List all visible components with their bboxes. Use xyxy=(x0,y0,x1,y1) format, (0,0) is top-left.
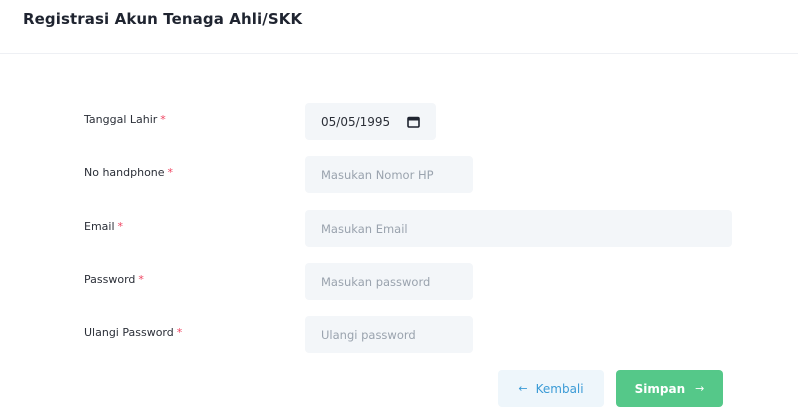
birth-date-value: 05/05/1995 xyxy=(321,114,391,129)
back-button[interactable]: ← Kembali xyxy=(498,370,604,407)
required-mark: * xyxy=(138,273,144,286)
required-mark: * xyxy=(167,166,174,179)
save-button-label: Simpan xyxy=(634,381,686,396)
required-mark: * xyxy=(176,326,183,339)
password-label: Password * xyxy=(84,273,144,287)
save-button[interactable]: Simpan → xyxy=(616,370,723,407)
header-divider xyxy=(0,53,798,54)
email-label-text: Email xyxy=(84,220,115,233)
email-input[interactable] xyxy=(321,221,732,236)
required-mark: * xyxy=(117,220,124,233)
phone-label-text: No handphone xyxy=(84,166,165,179)
arrow-right-icon: → xyxy=(695,382,705,395)
birth-date-label: Tanggal Lahir * xyxy=(84,113,166,127)
password-input[interactable] xyxy=(321,274,473,289)
password-field[interactable] xyxy=(305,263,473,300)
email-label: Email * xyxy=(84,220,123,234)
confirm-password-label: Ulangi Password * xyxy=(84,326,182,340)
phone-label: No handphone * xyxy=(84,166,173,180)
password-label-text: Password xyxy=(84,273,136,286)
phone-input[interactable] xyxy=(321,167,473,182)
required-mark: * xyxy=(160,113,166,126)
email-field[interactable] xyxy=(305,210,732,247)
birth-date-label-text: Tanggal Lahir xyxy=(84,113,158,126)
arrow-left-icon: ← xyxy=(518,382,528,395)
phone-field[interactable] xyxy=(305,156,473,193)
page-title: Registrasi Akun Tenaga Ahli/SKK xyxy=(23,10,303,28)
confirm-password-input[interactable] xyxy=(321,327,473,342)
calendar-icon[interactable] xyxy=(407,116,420,128)
confirm-password-label-text: Ulangi Password xyxy=(84,326,174,339)
birth-date-input[interactable]: 05/05/1995 xyxy=(305,103,436,140)
confirm-password-field[interactable] xyxy=(305,316,473,353)
back-button-label: Kembali xyxy=(535,381,584,396)
